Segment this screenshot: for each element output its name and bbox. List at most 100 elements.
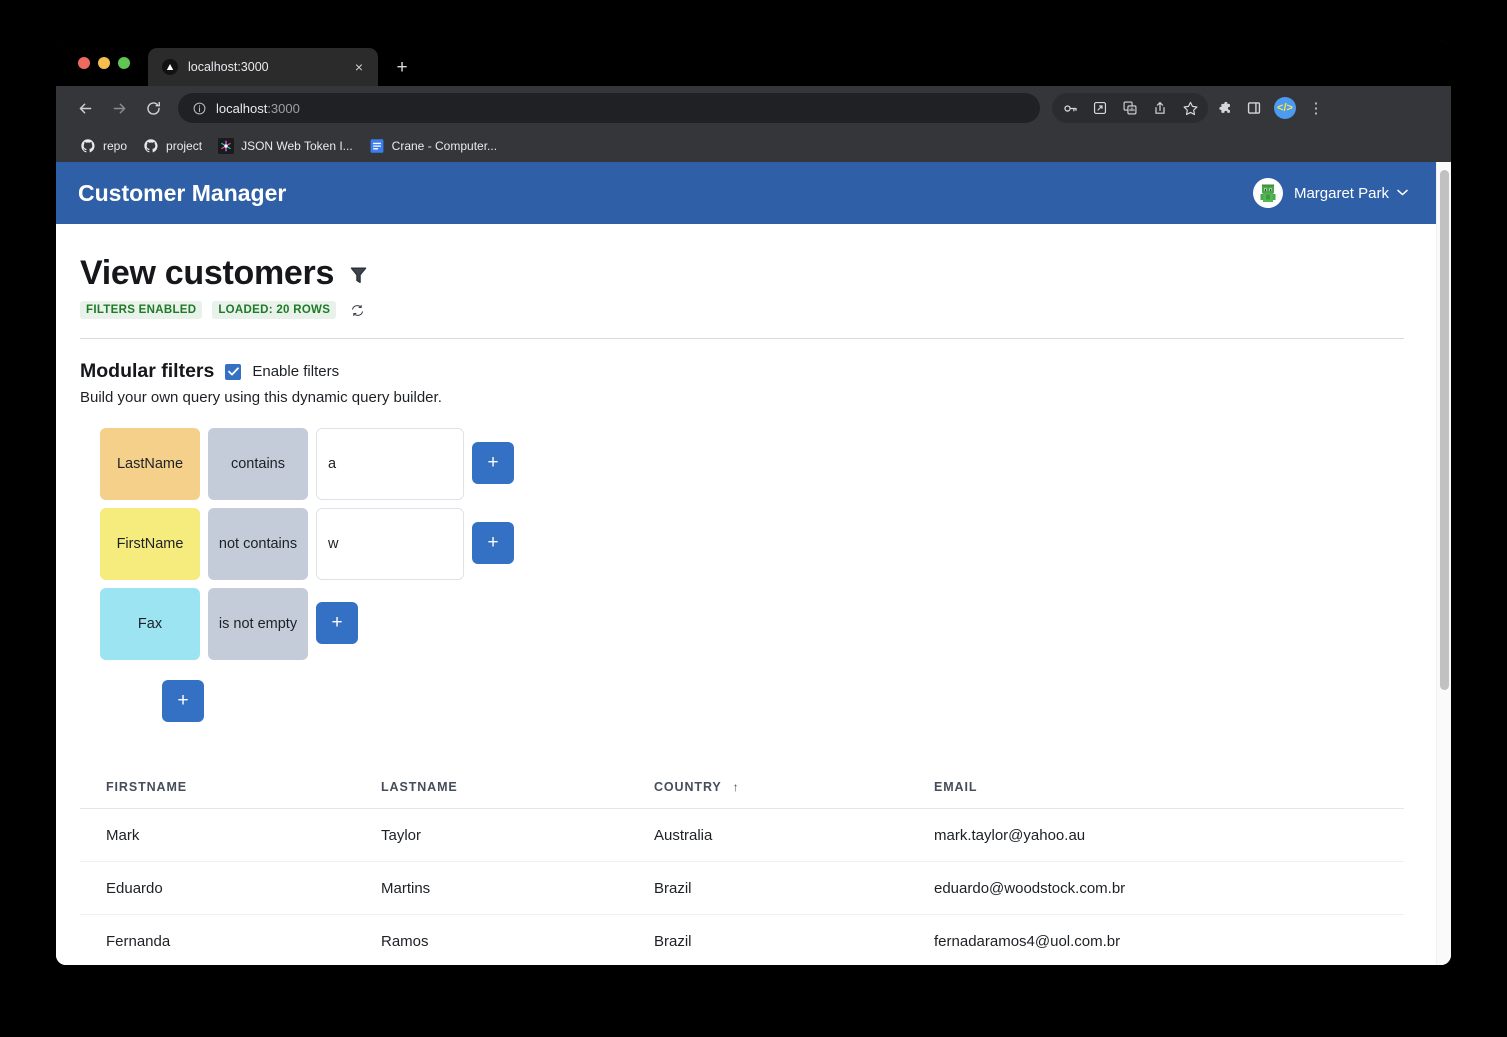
nextjs-triangle-icon xyxy=(162,59,178,75)
cell-email: mark.taylor@yahoo.au xyxy=(934,826,1086,844)
add-condition-button[interactable]: + xyxy=(472,522,514,564)
table-header-row: FIRSTNAME LASTNAME COUNTRY ↑ EMAIL xyxy=(80,780,1404,809)
column-header-lastname[interactable]: LASTNAME xyxy=(355,780,628,794)
column-header-firstname[interactable]: FIRSTNAME xyxy=(80,780,355,794)
bookmark-star-icon[interactable] xyxy=(1176,94,1204,122)
filter-operator-chip[interactable]: is not empty xyxy=(208,588,308,660)
column-header-label: COUNTRY xyxy=(654,780,722,794)
browser-menu-icon[interactable]: ⋮ xyxy=(1302,94,1330,122)
filter-field-chip[interactable]: FirstName xyxy=(100,508,200,580)
cell-firstname: Fernanda xyxy=(106,932,171,950)
minimize-window-button[interactable] xyxy=(98,57,110,69)
filter-field-chip[interactable]: LastName xyxy=(100,428,200,500)
filter-rows: LastName contains a + FirstName not cont… xyxy=(80,428,1404,722)
tab-title: localhost:3000 xyxy=(188,60,269,74)
google-docs-icon xyxy=(369,138,385,154)
browser-tab[interactable]: localhost:3000 × xyxy=(148,48,378,86)
enable-filters-checkbox[interactable] xyxy=(225,363,242,380)
cell-email: eduardo@woodstock.com.br xyxy=(934,879,1126,897)
maximize-window-button[interactable] xyxy=(118,57,130,69)
side-panel-icon[interactable] xyxy=(1240,94,1268,122)
jwt-icon xyxy=(218,138,235,154)
filters-header: Modular filters Enable filters xyxy=(80,360,1404,383)
status-badges: FILTERS ENABLED LOADED: 20 ROWS xyxy=(80,301,1404,319)
share-icon[interactable] xyxy=(1146,94,1174,122)
filter-funnel-icon[interactable] xyxy=(350,266,367,290)
reload-icon[interactable] xyxy=(138,93,168,123)
app-header: Customer Manager Margaret Park xyxy=(56,162,1436,224)
section-divider xyxy=(80,338,1404,339)
table-row[interactable]: Fernanda Ramos Brazil fernadaramos4@uol.… xyxy=(80,915,1404,965)
cell-firstname: Eduardo xyxy=(106,879,163,897)
toolbar-actions: </> ⋮ xyxy=(1052,93,1330,123)
page-title-row: View customers xyxy=(80,254,1404,293)
bookmarks-bar: repo project JSON Web Token I... Crane -… xyxy=(56,130,1451,162)
bookmark-item[interactable]: JSON Web Token I... xyxy=(210,134,361,158)
bookmark-label: JSON Web Token I... xyxy=(241,139,353,153)
extensions-puzzle-icon[interactable] xyxy=(1210,94,1238,122)
forward-icon[interactable] xyxy=(104,93,134,123)
refresh-icon[interactable] xyxy=(350,303,365,318)
filter-operator-chip[interactable]: not contains xyxy=(208,508,308,580)
column-header-label: FIRSTNAME xyxy=(106,780,188,794)
column-header-label: EMAIL xyxy=(934,780,978,794)
info-circle-icon xyxy=(192,101,207,116)
cell-country: Brazil xyxy=(654,879,692,897)
status-badge: LOADED: 20 ROWS xyxy=(212,301,337,319)
chevron-down-icon[interactable] xyxy=(1397,187,1408,199)
filter-value-input[interactable]: w xyxy=(316,508,464,580)
status-badge: FILTERS ENABLED xyxy=(80,301,203,319)
scrollbar-thumb[interactable] xyxy=(1440,170,1449,690)
close-window-button[interactable] xyxy=(78,57,90,69)
add-filter-row-button[interactable]: + xyxy=(162,680,204,722)
url-host: localhost xyxy=(216,100,268,116)
filters-subtitle: Build your own query using this dynamic … xyxy=(80,389,442,406)
toolbar-action-pill xyxy=(1052,93,1208,123)
close-icon[interactable]: × xyxy=(350,58,368,76)
user-menu[interactable]: Margaret Park xyxy=(1252,178,1414,208)
add-condition-button[interactable]: + xyxy=(316,602,358,644)
cell-lastname: Ramos xyxy=(381,932,429,950)
table-row[interactable]: Mark Taylor Australia mark.taylor@yahoo.… xyxy=(80,809,1404,862)
window-controls xyxy=(56,40,144,86)
github-icon xyxy=(80,138,96,154)
cell-email: fernadaramos4@uol.com.br xyxy=(934,932,1121,950)
open-external-icon[interactable] xyxy=(1086,94,1114,122)
filter-operator-chip[interactable]: contains xyxy=(208,428,308,500)
url-port: :3000 xyxy=(267,100,300,116)
bookmark-item[interactable]: Crane - Computer... xyxy=(361,134,505,158)
translate-icon[interactable] xyxy=(1116,94,1144,122)
sort-ascending-icon: ↑ xyxy=(732,780,740,794)
filters-title: Modular filters xyxy=(80,360,215,382)
browser-toolbar: localhost:3000 </> ⋮ xyxy=(56,86,1451,130)
address-bar[interactable]: localhost:3000 xyxy=(178,93,1040,123)
page-scrollbar[interactable] xyxy=(1436,162,1451,965)
back-icon[interactable] xyxy=(70,93,100,123)
new-tab-button[interactable]: + xyxy=(388,53,416,81)
page-content: Customer Manager Margaret Park View cust… xyxy=(56,162,1436,965)
browser-window: localhost:3000 × + localhost:3000 </> ⋮ … xyxy=(56,40,1451,965)
main-content: View customers FILTERS ENABLED LOADED: 2… xyxy=(56,224,1436,965)
cell-lastname: Martins xyxy=(381,879,431,897)
filter-value-input[interactable]: a xyxy=(316,428,464,500)
tab-strip: localhost:3000 × + xyxy=(56,40,1451,86)
devtools-code-icon[interactable]: </> xyxy=(1274,97,1296,119)
filter-field-chip[interactable]: Fax xyxy=(100,588,200,660)
bookmark-label: project xyxy=(166,139,203,153)
password-key-icon[interactable] xyxy=(1056,94,1084,122)
filter-row: Fax is not empty + xyxy=(100,588,1404,660)
filter-row: FirstName not contains w + xyxy=(100,508,1404,580)
enable-filters-label: Enable filters xyxy=(252,363,340,380)
avatar xyxy=(1252,178,1283,208)
address-bar-url: localhost:3000 xyxy=(216,101,300,116)
app-title: Customer Manager xyxy=(78,179,287,206)
page-title: View customers xyxy=(80,254,335,292)
filter-row-add: + xyxy=(100,668,1404,722)
add-condition-button[interactable]: + xyxy=(472,442,514,484)
bookmark-label: repo xyxy=(103,139,128,153)
column-header-email[interactable]: EMAIL xyxy=(908,780,1404,794)
table-row[interactable]: Eduardo Martins Brazil eduardo@woodstock… xyxy=(80,862,1404,915)
bookmark-item[interactable]: repo xyxy=(72,134,135,158)
column-header-country[interactable]: COUNTRY ↑ xyxy=(628,780,908,794)
bookmark-item[interactable]: project xyxy=(135,134,210,158)
